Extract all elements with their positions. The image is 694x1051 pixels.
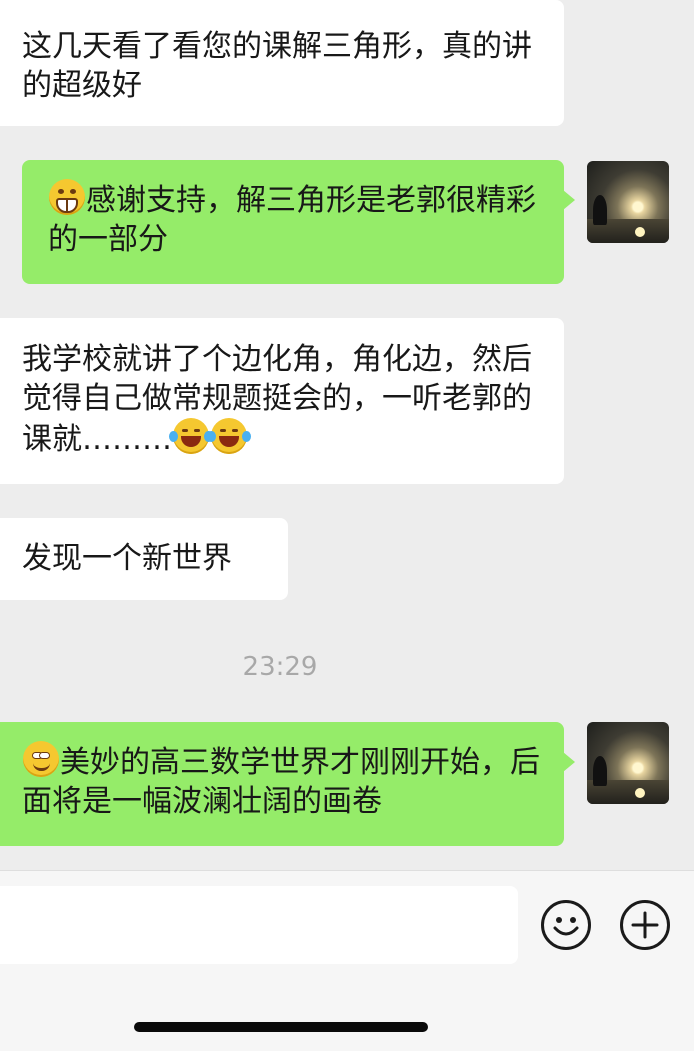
message-text: 发现一个新世界 bbox=[22, 541, 232, 576]
message-bubble-incoming[interactable]: 我学校就讲了个边化角，角化边，然后觉得自己做常规题挺会的，一听老郭的课就……… bbox=[0, 318, 564, 484]
home-indicator[interactable] bbox=[134, 1022, 428, 1032]
message-bubble-outgoing[interactable]: 感谢支持，解三角形是老郭很精彩的一部分 bbox=[22, 160, 575, 284]
message-bubble-incoming[interactable]: 发现一个新世界 bbox=[0, 518, 288, 600]
avatar[interactable] bbox=[587, 722, 669, 804]
smiley-icon[interactable] bbox=[541, 900, 591, 950]
message-text: 美妙的高三数学世界才刚刚开始，后面将是一幅波澜壮阔的画卷 bbox=[22, 745, 540, 819]
message-timestamp: 23:29 bbox=[242, 652, 318, 682]
message-input[interactable] bbox=[0, 886, 518, 964]
plus-icon[interactable] bbox=[620, 900, 670, 950]
message-bubble-outgoing[interactable]: 美妙的高三数学世界才刚刚开始，后面将是一幅波澜壮阔的画卷 bbox=[0, 722, 575, 846]
grin-emoji bbox=[49, 179, 85, 215]
laugh-emoji bbox=[207, 418, 251, 454]
message-text: 这几天看了看您的课解三角形，真的讲的超级好 bbox=[22, 29, 532, 103]
laugh-emoji bbox=[169, 418, 213, 454]
avatar[interactable] bbox=[587, 161, 669, 243]
message-bubble-incoming[interactable]: 这几天看了看您的课解三角形，真的讲的超级好 bbox=[0, 0, 564, 126]
message-text: 我学校就讲了个边化角，角化边，然后觉得自己做常规题挺会的，一听老郭的课就……… bbox=[22, 342, 532, 457]
smirk-emoji bbox=[23, 741, 59, 777]
message-text: 感谢支持，解三角形是老郭很精彩的一部分 bbox=[48, 183, 536, 257]
